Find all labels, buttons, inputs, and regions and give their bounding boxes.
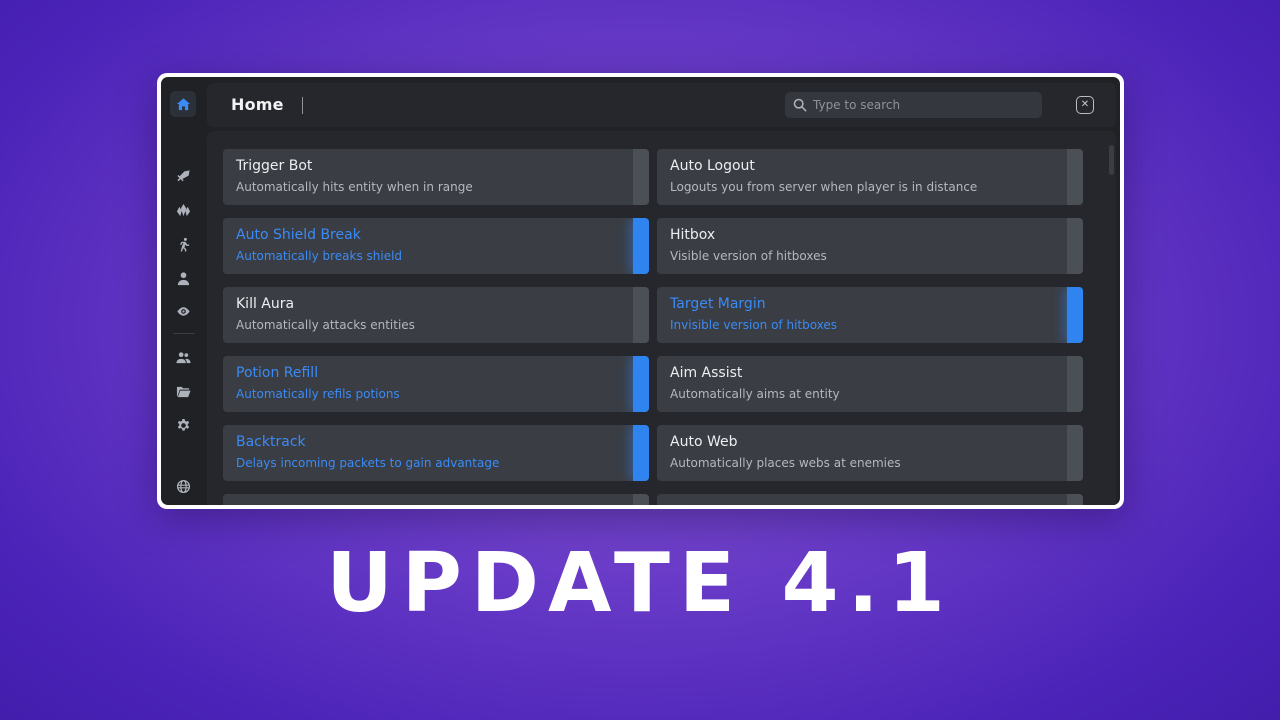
sidebar-item-configs[interactable]	[170, 378, 196, 404]
module-name: Auto Web	[670, 434, 738, 450]
module-toggle[interactable]	[1067, 149, 1083, 205]
module-description: Automatically refils potions	[236, 387, 400, 401]
sidebar-item-combat[interactable]	[170, 163, 196, 189]
folder-icon	[176, 386, 191, 397]
module-toggle[interactable]	[1067, 494, 1083, 505]
module-description: Automatically aims at entity	[670, 387, 840, 401]
module-card-backtrack[interactable]: Backtrack Delays incoming packets to gai…	[223, 425, 649, 481]
scrollbar[interactable]	[1109, 145, 1114, 175]
module-card-trigger-bot[interactable]: Trigger Bot Automatically hits entity wh…	[223, 149, 649, 205]
home-icon	[176, 97, 190, 110]
module-description: Automatically breaks shield	[236, 249, 403, 263]
module-toggle[interactable]	[633, 356, 649, 412]
sidebar-item-render[interactable]	[170, 298, 196, 324]
module-toggle[interactable]	[1067, 218, 1083, 274]
running-icon	[179, 237, 189, 252]
module-toggle[interactable]	[1067, 287, 1083, 343]
sidebar-item-hud-editor[interactable]	[170, 473, 196, 499]
module-toggle[interactable]	[633, 494, 649, 505]
sidebar-item-movement[interactable]	[170, 231, 196, 257]
title-divider	[302, 97, 303, 114]
globe-grid-icon	[176, 479, 190, 493]
module-card-auto-shield-break[interactable]: Auto Shield Break Automatically breaks s…	[223, 218, 649, 274]
search-input[interactable]	[813, 92, 1033, 118]
module-description: Visible version of hitboxes	[670, 249, 827, 263]
person-icon	[177, 271, 189, 285]
module-toggle[interactable]	[633, 425, 649, 481]
module-toggle[interactable]	[1067, 425, 1083, 481]
module-description: Logouts you from server when player is i…	[670, 180, 978, 194]
module-toggle[interactable]	[1067, 356, 1083, 412]
module-description: Automatically hits entity when in range	[236, 180, 473, 194]
search-icon	[793, 98, 807, 112]
update-headline: UPDATE 4.1	[326, 536, 954, 631]
module-name: Trigger Bot	[236, 158, 313, 174]
module-card-auto-logout[interactable]: Auto Logout Logouts you from server when…	[657, 149, 1083, 205]
sidebar-item-settings[interactable]	[170, 412, 196, 438]
sword-icon	[176, 169, 190, 181]
module-card-partial[interactable]	[223, 494, 649, 505]
module-name: Target Margin	[670, 296, 766, 312]
module-card-potion-refill[interactable]: Potion Refill Automatically refils potio…	[223, 356, 649, 412]
sidebar-item-player[interactable]	[170, 265, 196, 291]
sidebar-divider	[173, 333, 195, 334]
module-card-auto-web[interactable]: Auto Web Automatically places webs at en…	[657, 425, 1083, 481]
client-window-frame: Home ✕ Trigger Bot Automatically hits en…	[157, 73, 1124, 509]
module-name: Backtrack	[236, 434, 306, 450]
module-card-kill-aura[interactable]: Kill Aura Automatically attacks entities	[223, 287, 649, 343]
module-name: Aim Assist	[670, 365, 743, 381]
module-description: Automatically attacks entities	[236, 318, 415, 332]
module-name: Kill Aura	[236, 296, 295, 312]
header-bar: Home ✕	[207, 83, 1116, 127]
module-name: Hitbox	[670, 227, 716, 243]
module-name: Auto Logout	[670, 158, 755, 174]
sidebar	[161, 77, 205, 505]
gear-icon	[177, 418, 189, 431]
module-card-hitbox[interactable]: Hitbox Visible version of hitboxes	[657, 218, 1083, 274]
users-icon	[175, 351, 191, 363]
eye-icon	[176, 306, 190, 316]
close-button[interactable]: ✕	[1076, 96, 1094, 114]
module-card-partial[interactable]	[657, 494, 1083, 505]
module-card-aim-assist[interactable]: Aim Assist Automatically aims at entity	[657, 356, 1083, 412]
module-toggle[interactable]	[633, 218, 649, 274]
module-card-target-margin[interactable]: Target Margin Invisible version of hitbo…	[657, 287, 1083, 343]
module-description: Invisible version of hitboxes	[670, 318, 838, 332]
module-toggle[interactable]	[633, 149, 649, 205]
module-name: Auto Shield Break	[236, 227, 361, 243]
sidebar-item-home[interactable]	[170, 91, 196, 117]
search-box[interactable]	[785, 92, 1042, 118]
module-toggle[interactable]	[633, 287, 649, 343]
sidebar-item-world[interactable]	[170, 197, 196, 223]
page-title: Home	[231, 95, 284, 114]
module-name: Potion Refill	[236, 365, 319, 381]
module-description: Automatically places webs at enemies	[670, 456, 901, 470]
crystal-icon	[176, 203, 190, 216]
client-window: Home ✕ Trigger Bot Automatically hits en…	[161, 77, 1120, 505]
module-description: Delays incoming packets to gain advantag…	[236, 456, 500, 470]
close-icon: ✕	[1080, 99, 1090, 110]
module-list: Trigger Bot Automatically hits entity wh…	[207, 131, 1116, 505]
sidebar-item-friends[interactable]	[170, 344, 196, 370]
